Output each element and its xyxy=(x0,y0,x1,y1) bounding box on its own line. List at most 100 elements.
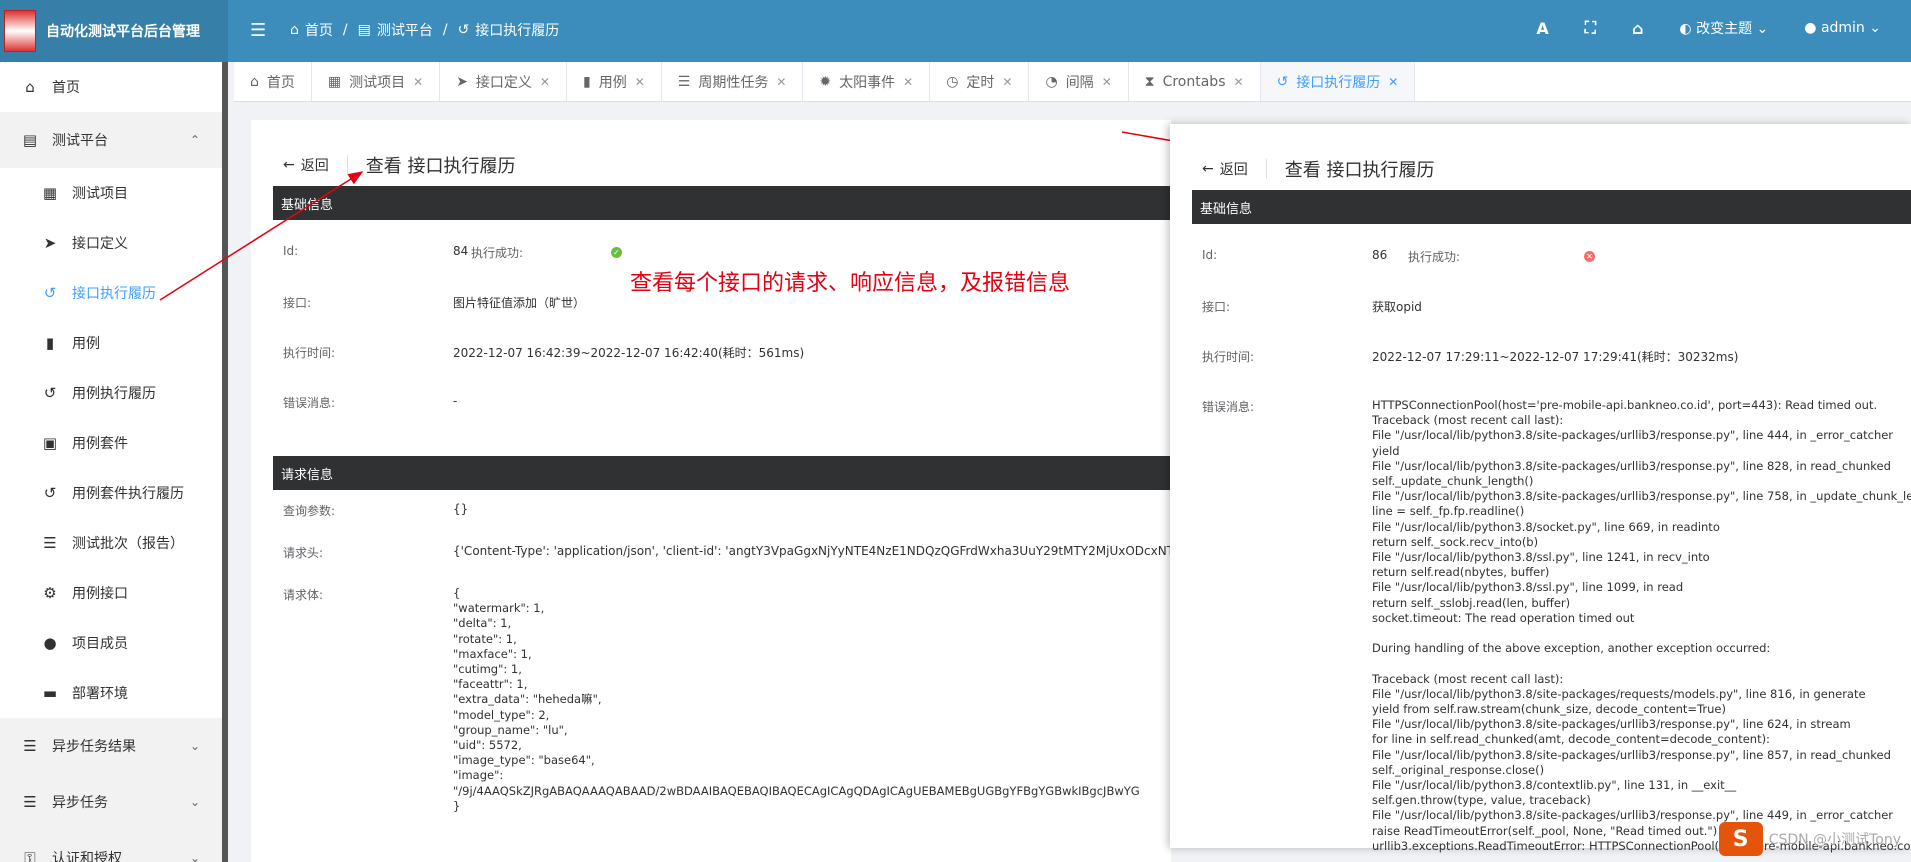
top-navbar: 自动化测试平台后台管理 ☰ ⌂ 首页 / ▤ 测试平台 / ↺ 接口执行履历 A… xyxy=(0,0,1911,62)
tab[interactable]: ⌂ 首页 xyxy=(234,62,312,101)
sidebar-item-label: 测试项目 xyxy=(72,186,128,202)
user-menu[interactable]: ● admin ⌄ xyxy=(1804,20,1881,36)
theme-switcher[interactable]: ◐ 改变主题 ⌄ xyxy=(1679,18,1768,38)
home-icon[interactable]: ⌂ xyxy=(1632,19,1643,38)
sidebar-item-label: 接口定义 xyxy=(72,236,128,252)
tasks-icon: ☰ xyxy=(43,534,57,552)
basic-info-section: 基础信息 xyxy=(273,186,1171,220)
sidebar-item[interactable]: ⚙ 用例接口 xyxy=(0,568,222,618)
tab-label: 间隔 xyxy=(1065,74,1094,91)
tab[interactable]: ☰ 周期性任务 ✕ xyxy=(662,62,804,101)
sidebar-item[interactable]: ➤ 接口定义 xyxy=(0,218,222,268)
sidebar-item-label: 项目成员 xyxy=(72,636,128,652)
success-ok-icon: ✓ xyxy=(611,244,622,258)
sidebar-item-label: 首页 xyxy=(52,80,80,96)
tab[interactable]: ↺ 接口执行履历 ✕ xyxy=(1260,62,1416,101)
success-fail-icon: ✕ xyxy=(1584,248,1595,262)
close-icon[interactable]: ✕ xyxy=(1388,75,1398,89)
tab[interactable]: ◔ 间隔 ✕ xyxy=(1029,62,1129,101)
api-link[interactable]: 图片特征值添加（旷世） xyxy=(453,294,585,311)
id-label: Id: xyxy=(1202,248,1218,262)
sidebar-item[interactable]: ⌂ 首页 xyxy=(0,62,222,112)
close-icon[interactable]: ✕ xyxy=(635,75,645,89)
close-icon[interactable]: ✕ xyxy=(903,75,913,89)
close-icon[interactable]: ✕ xyxy=(413,75,423,89)
server-icon: ▬ xyxy=(42,684,58,702)
id-label: Id: xyxy=(283,244,299,258)
sidebar-item-label: 认证和授权 xyxy=(52,851,122,862)
history-icon: ↺ xyxy=(43,284,57,302)
tab[interactable]: ✹ 太阳事件 ✕ xyxy=(803,62,931,101)
sidebar-item[interactable]: ⚿ 认证和授权 ⌄ xyxy=(0,830,222,862)
query-row: 查询参数: {} xyxy=(273,490,1171,532)
back-button[interactable]: ← 返回 xyxy=(283,155,348,175)
body-label: 请求体: xyxy=(283,588,324,602)
sidebar-item[interactable]: ▮ 用例 xyxy=(0,318,222,368)
api-link[interactable]: 获取opid xyxy=(1372,298,1422,315)
sogou-logo-icon: S xyxy=(1718,822,1763,856)
time-value: 2022-12-07 17:29:11~2022-12-07 17:29:41(… xyxy=(1372,350,1739,364)
sidebar-item[interactable]: ▬ 部署环境 xyxy=(0,668,222,718)
headers-row: 请求头: {'Content-Type': 'application/json'… xyxy=(273,532,1171,574)
close-icon[interactable]: ✕ xyxy=(1102,75,1112,89)
sidebar-item-label: 接口执行履历 xyxy=(72,286,156,302)
back-button[interactable]: ← 返回 xyxy=(1202,159,1267,179)
time-label: 执行时间: xyxy=(1202,350,1255,364)
annotation-text: 查看每个接口的请求、响应信息，及报错信息 xyxy=(630,271,1071,296)
tab[interactable]: ➤ 接口定义 ✕ xyxy=(440,62,567,101)
tasks-icon: ☰ xyxy=(23,793,37,811)
breadcrumb-separator: / xyxy=(442,22,448,38)
tab-label: 接口执行履历 xyxy=(1296,74,1381,91)
id-row: Id: 86 执行成功: ✕ xyxy=(1192,232,1911,282)
brand[interactable]: 自动化测试平台后台管理 xyxy=(0,0,228,62)
suitcase-icon: ▣ xyxy=(42,434,58,452)
tab-label: 周期性任务 xyxy=(698,74,769,91)
sidebar-item[interactable]: ↺ 用例套件执行履历 xyxy=(0,468,222,518)
file-icon: ▮ xyxy=(582,73,591,90)
sidebar-item[interactable]: ☰ 异步任务结果 ⌄ xyxy=(0,718,222,774)
tab[interactable]: ◷ 定时 ✕ xyxy=(930,62,1030,101)
hourglass-icon: ⧗ xyxy=(1144,73,1155,90)
menu-toggle-icon[interactable]: ☰ xyxy=(250,20,266,41)
theme-label: 改变主题 xyxy=(1696,21,1753,37)
tab-label: 用例 xyxy=(598,74,627,91)
close-icon[interactable]: ✕ xyxy=(1234,75,1244,89)
sidebar-item-label: 异步任务 xyxy=(52,795,108,811)
tab[interactable]: ▮ 用例 ✕ xyxy=(567,62,662,101)
close-icon[interactable]: ✕ xyxy=(776,75,786,89)
error-value: - xyxy=(453,394,458,408)
sidebar-item-label: 用例接口 xyxy=(72,586,128,602)
sidebar-item[interactable]: ▤ 测试平台 ⌃ xyxy=(0,112,222,168)
sidebar-item-label: 测试批次（报告） xyxy=(72,536,184,552)
breadcrumb-home[interactable]: 首页 xyxy=(305,20,333,40)
history-icon: ↺ xyxy=(1276,73,1289,90)
comments-icon: ● xyxy=(43,634,57,652)
tab[interactable]: ⧗ Crontabs ✕ xyxy=(1129,62,1261,101)
fullscreen-icon[interactable]: ⛶ xyxy=(1585,18,1596,38)
file-icon: ▮ xyxy=(45,334,55,352)
sidebar-item[interactable]: ☰ 异步任务 ⌄ xyxy=(0,774,222,830)
sidebar-item-label: 异步任务结果 xyxy=(52,739,136,755)
tab-label: 接口定义 xyxy=(475,74,532,91)
sidebar-item[interactable]: ● 项目成员 xyxy=(0,618,222,668)
breadcrumb-platform[interactable]: 测试平台 xyxy=(377,20,433,40)
page-title: 查看 接口执行履历 xyxy=(1284,160,1435,181)
sidebar-item[interactable]: ▦ 测试项目 xyxy=(0,168,222,218)
page-header: ← 返回 查看 接口执行履历 xyxy=(283,150,515,180)
sidebar-item-label: 用例套件执行履历 xyxy=(72,486,184,502)
sidebar-item[interactable]: ↺ 用例执行履历 xyxy=(0,368,222,418)
sidebar-item[interactable]: ↺ 接口执行履历 xyxy=(0,268,222,318)
calendar-check-icon: ▦ xyxy=(327,73,342,90)
close-icon[interactable]: ✕ xyxy=(540,75,550,89)
tab[interactable]: ▦ 测试项目 ✕ xyxy=(312,62,441,101)
close-icon[interactable]: ✕ xyxy=(1002,75,1012,89)
sidebar: ⌂ 首页 ▤ 测试平台 ⌃ ▦ 测试项目 ➤ 接口定义 ↺ 接口执行履历 ▮ 用例 ↺ 用例执行履历 ▣ 用例套… xyxy=(0,62,228,862)
home-icon: ⌂ xyxy=(25,78,35,96)
font-size-icon[interactable]: A xyxy=(1536,19,1548,38)
sidebar-item[interactable]: ▣ 用例套件 xyxy=(0,418,222,468)
history-icon: ↺ xyxy=(457,22,470,38)
api-row: 接口: 获取opid xyxy=(1192,282,1911,332)
app-logo xyxy=(4,10,36,52)
detail-panel-left: ← 返回 查看 接口执行履历 基础信息 Id: 84 执行成功: ✓ 接口: 图片… xyxy=(251,120,1171,862)
sidebar-item[interactable]: ☰ 测试批次（报告） xyxy=(0,518,222,568)
